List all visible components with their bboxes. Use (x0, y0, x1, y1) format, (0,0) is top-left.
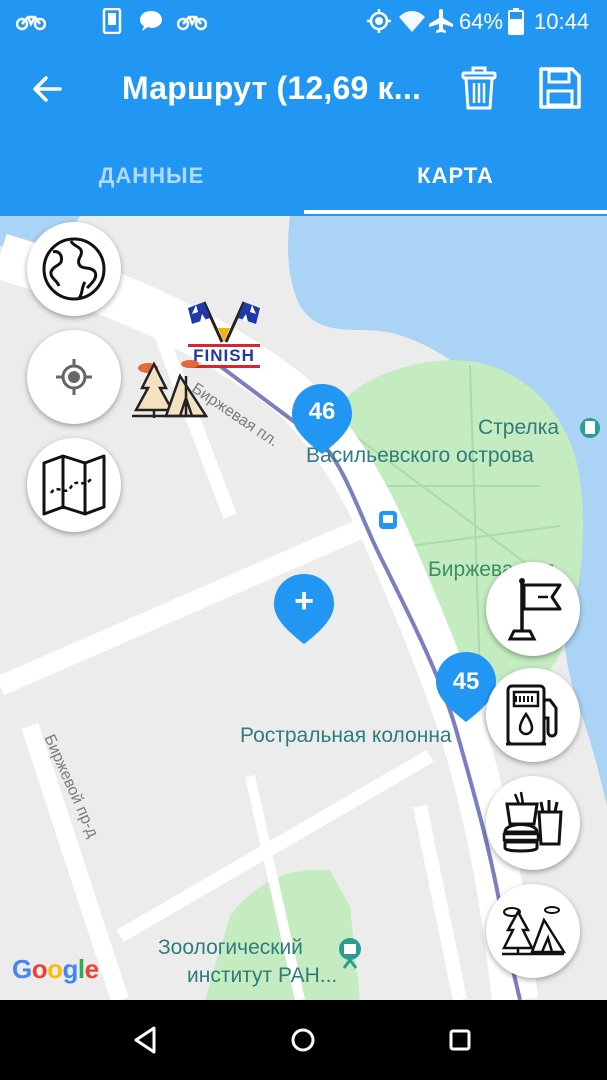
marker-label: + (294, 582, 314, 620)
tab-data[interactable]: ДАННЫЕ (0, 136, 303, 216)
add-waypoint-marker[interactable]: + (272, 572, 336, 646)
page-title: Маршрут (12,69 к... (122, 70, 422, 106)
status-bar: 64% 10:44 (0, 0, 607, 42)
back-arrow-icon[interactable] (30, 72, 64, 106)
fuel-station-icon (506, 684, 558, 746)
tab-bar: ДАННЫЕ КАРТА (0, 136, 607, 216)
place-label-strelka: Стрелка (478, 416, 560, 439)
system-nav-bar (0, 1000, 607, 1080)
checkered-flags-icon (188, 301, 260, 343)
home-circle-icon[interactable] (285, 1022, 321, 1058)
fast-food-icon (502, 791, 563, 853)
google-logo: Google (12, 954, 99, 984)
battery-icon (508, 8, 524, 35)
my-location-button[interactable] (27, 330, 121, 424)
app-bar: Маршрут (12,69 к... (0, 42, 607, 136)
airplane-icon (429, 9, 453, 33)
clock: 10:44 (534, 9, 590, 34)
marker-label: 46 (308, 398, 336, 425)
gps-icon (367, 9, 391, 33)
back-triangle-icon[interactable] (128, 1022, 164, 1058)
battery-percent: 64% (459, 9, 504, 34)
motorcycle-icon (177, 15, 207, 31)
trash-icon[interactable] (459, 66, 499, 110)
chat-icon (140, 11, 162, 31)
motorcycle-icon (16, 15, 46, 31)
tab-map[interactable]: КАРТА (304, 136, 607, 216)
globe-icon (42, 237, 106, 301)
camping-marker-icon[interactable] (128, 358, 208, 420)
phone-icon (102, 8, 122, 34)
place-label-zoo-2: институт РАН... (187, 964, 338, 987)
map-layers-button[interactable] (27, 438, 121, 532)
flag-button[interactable] (486, 562, 580, 656)
map-icon (42, 454, 106, 516)
tab-indicator (304, 210, 607, 214)
camping-button[interactable] (486, 884, 580, 978)
recents-square-icon[interactable] (442, 1022, 478, 1058)
my-location-icon (56, 359, 92, 395)
fast-food-button[interactable] (486, 776, 580, 870)
map-view[interactable]: Стрелка Васильевского острова Биржевая п… (0, 216, 607, 1000)
marker-label: 45 (452, 668, 480, 695)
save-icon[interactable] (538, 66, 582, 110)
place-label-rostral: Ростральная колонна (240, 724, 452, 747)
place-label-zoo: Зоологический (158, 936, 303, 959)
flag-icon (507, 578, 562, 641)
globe-button[interactable] (27, 222, 121, 316)
wifi-icon (399, 11, 425, 32)
waypoint-marker-46[interactable]: 46 (290, 382, 354, 456)
camping-icon (501, 906, 566, 956)
fuel-station-button[interactable] (486, 668, 580, 762)
